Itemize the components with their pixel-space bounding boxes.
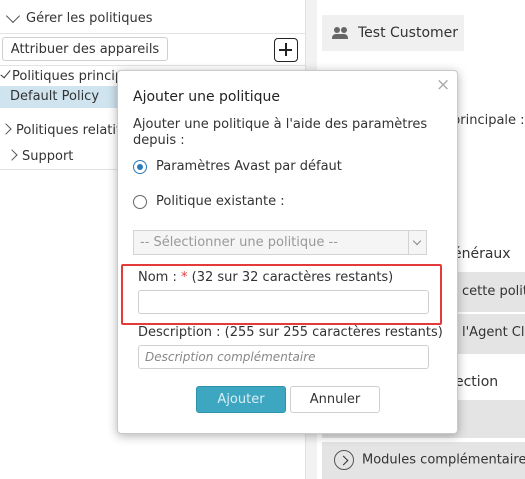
add-policy-dialog: × Ajouter une politique Ajouter une poli… [117, 70, 458, 434]
add-policy-button[interactable] [274, 38, 298, 62]
chevron-right-icon [0, 123, 12, 135]
radio-existing-policy[interactable] [133, 195, 147, 209]
required-marker: * [181, 270, 188, 285]
radio-default-settings-label[interactable]: Paramètres Avast par défaut [156, 159, 342, 174]
chevron-down-icon [5, 8, 21, 24]
modules-label: Modules complémentaires [362, 452, 525, 468]
manage-policies-header[interactable]: Gérer les politiques [0, 4, 305, 34]
default-policy-label: Default Policy [10, 89, 100, 104]
description-input[interactable] [138, 345, 429, 369]
general-section-heading: énéraux [453, 246, 511, 262]
customer-badge: Test Customer [322, 15, 464, 51]
radio-existing-policy-label[interactable]: Politique existante : [156, 194, 285, 209]
main-policy-label: principale : [452, 113, 525, 128]
customer-name: Test Customer [358, 25, 459, 41]
modules-row[interactable]: Modules complémentaires [322, 442, 525, 479]
manage-policies-label: Gérer les politiques [26, 11, 153, 26]
chevron-down-icon [408, 231, 426, 254]
add-button[interactable]: Ajouter [196, 386, 286, 413]
dialog-title: Ajouter une politique [133, 89, 281, 105]
name-label-text: Nom : [138, 270, 177, 285]
name-label: Nom : * (32 sur 32 caractères restants) [138, 270, 393, 285]
chevron-right-circle-icon [334, 450, 354, 470]
sidebar-toolbar: Attribuer des appareils [0, 34, 305, 66]
policy-select-value: -- Sélectionner une politique -- [140, 235, 338, 250]
protection-section-heading: ection [455, 374, 499, 390]
settings-row-2-label: l'Agent Clo [462, 325, 525, 340]
settings-row-1-label: cette polit [462, 284, 525, 299]
close-icon[interactable]: × [436, 77, 450, 94]
assign-devices-button[interactable]: Attribuer des appareils [2, 37, 168, 61]
name-counter: (32 sur 32 caractères restants) [191, 270, 394, 285]
description-label: Description : (255 sur 255 caractères re… [138, 325, 443, 340]
dialog-description: Ajouter une politique à l'aide des param… [133, 117, 428, 148]
name-input[interactable] [138, 290, 429, 314]
people-icon [332, 27, 350, 39]
cancel-button[interactable]: Annuler [290, 386, 380, 413]
radio-default-settings[interactable] [133, 160, 147, 174]
support-label: Support [22, 149, 74, 164]
chevron-right-icon [6, 149, 18, 161]
checkmark-icon [0, 68, 11, 79]
policy-select[interactable]: -- Sélectionner une politique -- [133, 230, 427, 255]
